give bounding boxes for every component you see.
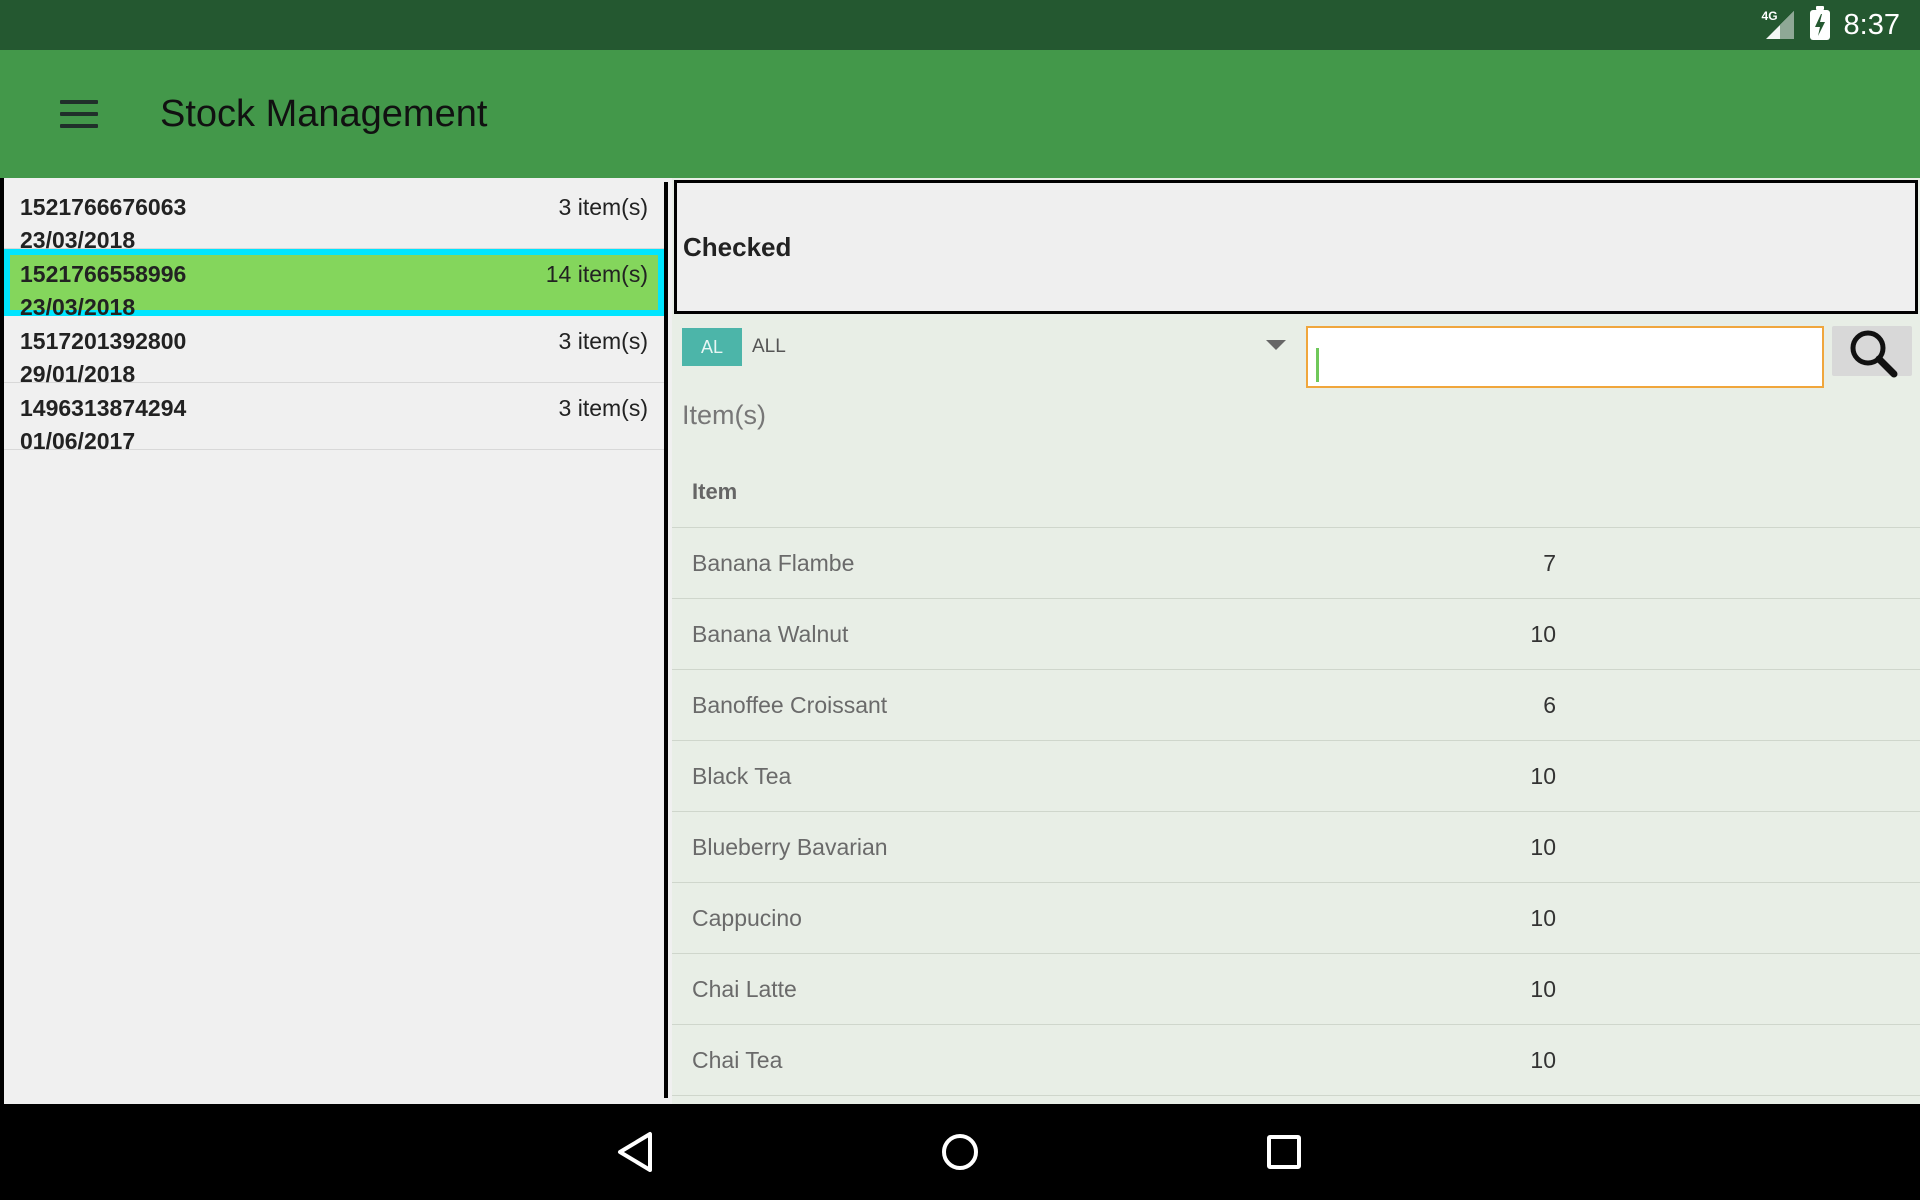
document-item-count: 3 item(s): [558, 194, 648, 220]
back-icon[interactable]: [606, 1122, 666, 1182]
dropdown-arrow-icon[interactable]: [1266, 340, 1286, 350]
document-id: 1521766676063: [20, 194, 187, 220]
item-quantity: 10: [1530, 976, 1556, 1002]
table-row[interactable]: Banana Walnut 10: [672, 599, 1920, 670]
battery-icon: [1809, 6, 1830, 40]
category-chip[interactable]: AL: [682, 328, 742, 366]
app-bar: Stock Management: [0, 50, 1920, 178]
item-name: Chai Tea: [692, 1047, 783, 1073]
category-select-value[interactable]: ALL: [752, 328, 786, 366]
table-header: Item: [672, 456, 1920, 528]
table-row[interactable]: Chai Latte 10: [672, 954, 1920, 1025]
document-id: 1496313874294: [20, 395, 187, 421]
document-item-count: 14 item(s): [545, 261, 648, 287]
item-name: Blueberry Bavarian: [692, 834, 888, 860]
status-icons: 4G 8:37: [1758, 0, 1900, 50]
item-quantity: 10: [1530, 1047, 1556, 1073]
item-quantity: 7: [1543, 550, 1556, 576]
table-row[interactable]: Cappucino 10: [672, 883, 1920, 954]
item-quantity: 10: [1530, 621, 1556, 647]
item-quantity: 10: [1530, 905, 1556, 931]
table-row[interactable]: Blueberry Bavarian 10: [672, 812, 1920, 883]
signal-icon: 4G: [1758, 7, 1796, 43]
document-id: 1517201392800: [20, 328, 187, 354]
search-button[interactable]: [1832, 326, 1912, 378]
content-area: 1521766676063 23/03/2018 3 item(s) 15217…: [0, 178, 1920, 1104]
status-bar: 4G 8:37: [0, 0, 1920, 50]
document-date: 23/03/2018: [20, 294, 136, 320]
item-name: Cappucino: [692, 905, 802, 931]
clock: 8:37: [1843, 8, 1900, 41]
home-icon[interactable]: [930, 1122, 990, 1182]
search-input[interactable]: [1306, 326, 1824, 388]
item-name: Black Tea: [692, 763, 792, 789]
status-panel: Checked: [674, 180, 1918, 314]
search-icon: [1850, 330, 1898, 378]
table-row[interactable]: Banoffee Croissant 6: [672, 670, 1920, 741]
document-id: 1521766558996: [20, 261, 187, 287]
column-header-item: Item: [692, 479, 738, 504]
network-type: 4G: [1761, 9, 1778, 23]
document-row[interactable]: 1521766676063 23/03/2018 3 item(s): [4, 182, 664, 253]
document-date: 01/06/2017: [20, 428, 136, 454]
filter-row: AL ALL: [672, 318, 1920, 398]
page-title: Stock Management: [160, 93, 488, 135]
document-item-count: 3 item(s): [558, 328, 648, 354]
document-row-selected[interactable]: 1521766558996 23/03/2018 14 item(s): [4, 249, 664, 320]
item-name: Banoffee Croissant: [692, 692, 888, 718]
item-name: Banana Flambe: [692, 550, 855, 576]
item-name: Chai Latte: [692, 976, 797, 1002]
navigation-bar: [0, 1104, 1920, 1200]
detail-pane: Checked AL ALL Item(s) Item Banana Flamb…: [672, 178, 1920, 1104]
section-title: Item(s): [682, 400, 766, 430]
document-list: 1521766676063 23/03/2018 3 item(s) 15217…: [4, 182, 668, 1098]
items-table: Banana Flambe 7 Banana Walnut 10 Banoffe…: [672, 528, 1920, 1096]
status-label: Checked: [683, 232, 792, 262]
item-quantity: 6: [1543, 692, 1556, 718]
document-row[interactable]: 1496313874294 01/06/2017 3 item(s): [4, 383, 664, 454]
table-row[interactable]: Chai Tea 10: [672, 1025, 1920, 1096]
document-row[interactable]: 1517201392800 29/01/2018 3 item(s): [4, 316, 664, 387]
item-name: Banana Walnut: [692, 621, 849, 647]
recents-icon[interactable]: [1254, 1122, 1314, 1182]
menu-icon[interactable]: [60, 98, 100, 130]
item-quantity: 10: [1530, 763, 1556, 789]
item-quantity: 10: [1530, 834, 1556, 860]
document-item-count: 3 item(s): [558, 395, 648, 421]
table-row[interactable]: Banana Flambe 7: [672, 528, 1920, 599]
text-caret: [1316, 348, 1319, 382]
table-row[interactable]: Black Tea 10: [672, 741, 1920, 812]
